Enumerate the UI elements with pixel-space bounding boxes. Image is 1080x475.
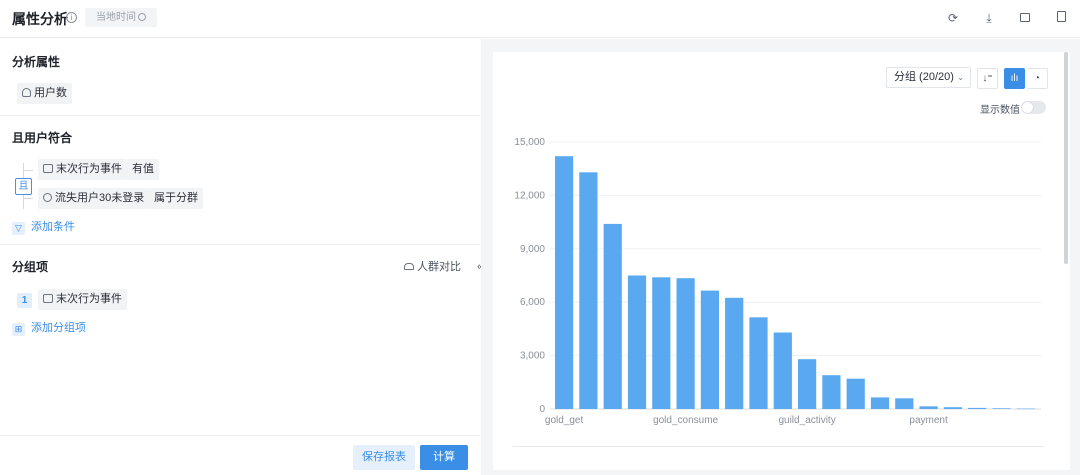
top-bar: 属性分析 i 当地时间 ⟳ ⤓ xyxy=(0,0,1080,38)
toggle-knob xyxy=(1022,102,1033,113)
user-icon xyxy=(22,88,31,97)
bar-chart: 0 3,000 6,000 9,000 12,000 15,000 gold_get gold… xyxy=(514,137,1041,426)
add-group-link[interactable]: ⊞ 添加分组项 xyxy=(12,320,86,336)
metric-chip[interactable]: 用户数 xyxy=(17,83,72,104)
bar[interactable] xyxy=(919,406,938,409)
chevron-down-icon: ⌄ xyxy=(957,73,964,82)
y-tick-label: 15,000 xyxy=(514,137,545,148)
bar[interactable] xyxy=(943,407,962,409)
bar[interactable] xyxy=(725,297,744,410)
bar[interactable] xyxy=(652,277,671,409)
condition-operator-chip[interactable]: 属于分群 xyxy=(149,188,203,209)
event-icon xyxy=(43,164,53,173)
show-values-label: 显示数值 xyxy=(980,105,1020,116)
bar[interactable] xyxy=(798,359,817,409)
clock-icon xyxy=(138,13,146,21)
metric-chip-label: 用户数 xyxy=(34,87,67,99)
bar[interactable] xyxy=(627,275,647,410)
pie-chart-icon[interactable]: ◔ xyxy=(1027,68,1048,89)
show-values-toggle[interactable] xyxy=(1021,101,1046,114)
sort-icon[interactable]: ↓⁼ xyxy=(977,68,998,89)
attribute-section-title: 分析属性 xyxy=(12,55,61,69)
calculate-button[interactable]: 计算 xyxy=(420,445,468,470)
chart-footer-divider xyxy=(513,446,1045,447)
timezone-badge[interactable]: 当地时间 xyxy=(85,8,157,27)
condition-field-label: 流失用户30未登录 xyxy=(55,192,145,204)
y-tick-label: 6,000 xyxy=(520,297,545,308)
add-condition-link[interactable]: ▽ 添加条件 xyxy=(12,219,75,235)
group-item-label: 末次行为事件 xyxy=(56,293,122,305)
x-tick-label: payment xyxy=(909,415,948,426)
group-select-label: 分组 (20/20) xyxy=(894,71,954,83)
timezone-label: 当地时间 xyxy=(96,12,136,23)
condition-field-label: 末次行为事件 xyxy=(56,163,122,175)
people-icon xyxy=(404,263,414,270)
y-tick-label: 0 xyxy=(539,404,545,415)
condition-field-chip[interactable]: 末次行为事件 xyxy=(38,159,127,180)
bar[interactable] xyxy=(846,378,865,409)
y-tick-label: 12,000 xyxy=(514,190,545,201)
export-pdf-icon[interactable] xyxy=(1053,10,1069,26)
and-connector-tick xyxy=(23,170,33,171)
group-item-chip[interactable]: 末次行为事件 xyxy=(38,289,127,310)
x-tick-label: gold_consume xyxy=(653,415,718,426)
bar[interactable] xyxy=(895,398,914,409)
export-csv-icon[interactable] xyxy=(1017,10,1033,26)
add-group-label: 添加分组项 xyxy=(31,322,86,334)
condition-section-title: 且用户符合 xyxy=(12,131,73,145)
condition-field-chip[interactable]: 流失用户30未登录 xyxy=(38,188,150,209)
bar[interactable] xyxy=(822,375,841,409)
cohort-icon xyxy=(43,193,52,202)
panel-footer: 保存报表 计算 xyxy=(0,435,480,475)
x-tick-label: gold_get xyxy=(545,415,584,426)
filter-icon: ▽ xyxy=(12,222,25,235)
info-icon[interactable]: i xyxy=(66,12,77,23)
bar[interactable] xyxy=(1016,408,1035,410)
bar[interactable] xyxy=(579,172,598,409)
and-toggle[interactable]: 且 xyxy=(15,178,32,195)
y-tick-label: 3,000 xyxy=(520,351,545,362)
add-condition-label: 添加条件 xyxy=(31,221,75,233)
group-index-badge: 1 xyxy=(17,293,32,308)
bar-chart-icon[interactable]: ılı xyxy=(1004,68,1025,89)
bar[interactable] xyxy=(700,290,719,409)
page-title: 属性分析 xyxy=(12,11,68,27)
group-select[interactable]: 分组 (20/20) ⌄ xyxy=(886,67,971,88)
event-icon xyxy=(43,294,53,303)
bar[interactable] xyxy=(676,278,695,409)
bar[interactable] xyxy=(870,397,890,409)
x-tick-label: guild_activity xyxy=(778,415,835,426)
divider xyxy=(0,115,480,116)
bar[interactable] xyxy=(555,156,574,409)
query-panel: 分析属性 用户数 且用户符合 且 末次行为事件 有值 流失用户30未登录 属于分… xyxy=(0,39,480,475)
grid-icon: ⊞ xyxy=(12,323,25,336)
bar[interactable] xyxy=(992,408,1011,409)
download-icon[interactable]: ⤓ xyxy=(981,10,997,26)
save-report-button[interactable]: 保存报表 xyxy=(353,445,415,470)
and-connector-tick xyxy=(23,198,33,199)
bar[interactable] xyxy=(603,223,622,409)
group-section-title: 分组项 xyxy=(12,260,49,274)
bar[interactable] xyxy=(773,332,792,410)
condition-operator-chip[interactable]: 有值 xyxy=(127,159,159,180)
divider xyxy=(0,244,480,245)
scrollbar[interactable] xyxy=(1064,52,1068,264)
crowd-compare-label: 人群对比 xyxy=(417,261,461,273)
bar[interactable] xyxy=(749,317,768,409)
y-tick-label: 9,000 xyxy=(520,244,545,255)
refresh-icon[interactable]: ⟳ xyxy=(945,10,961,26)
bar[interactable] xyxy=(968,407,987,409)
crowd-compare-button[interactable]: 人群对比 xyxy=(404,258,461,274)
